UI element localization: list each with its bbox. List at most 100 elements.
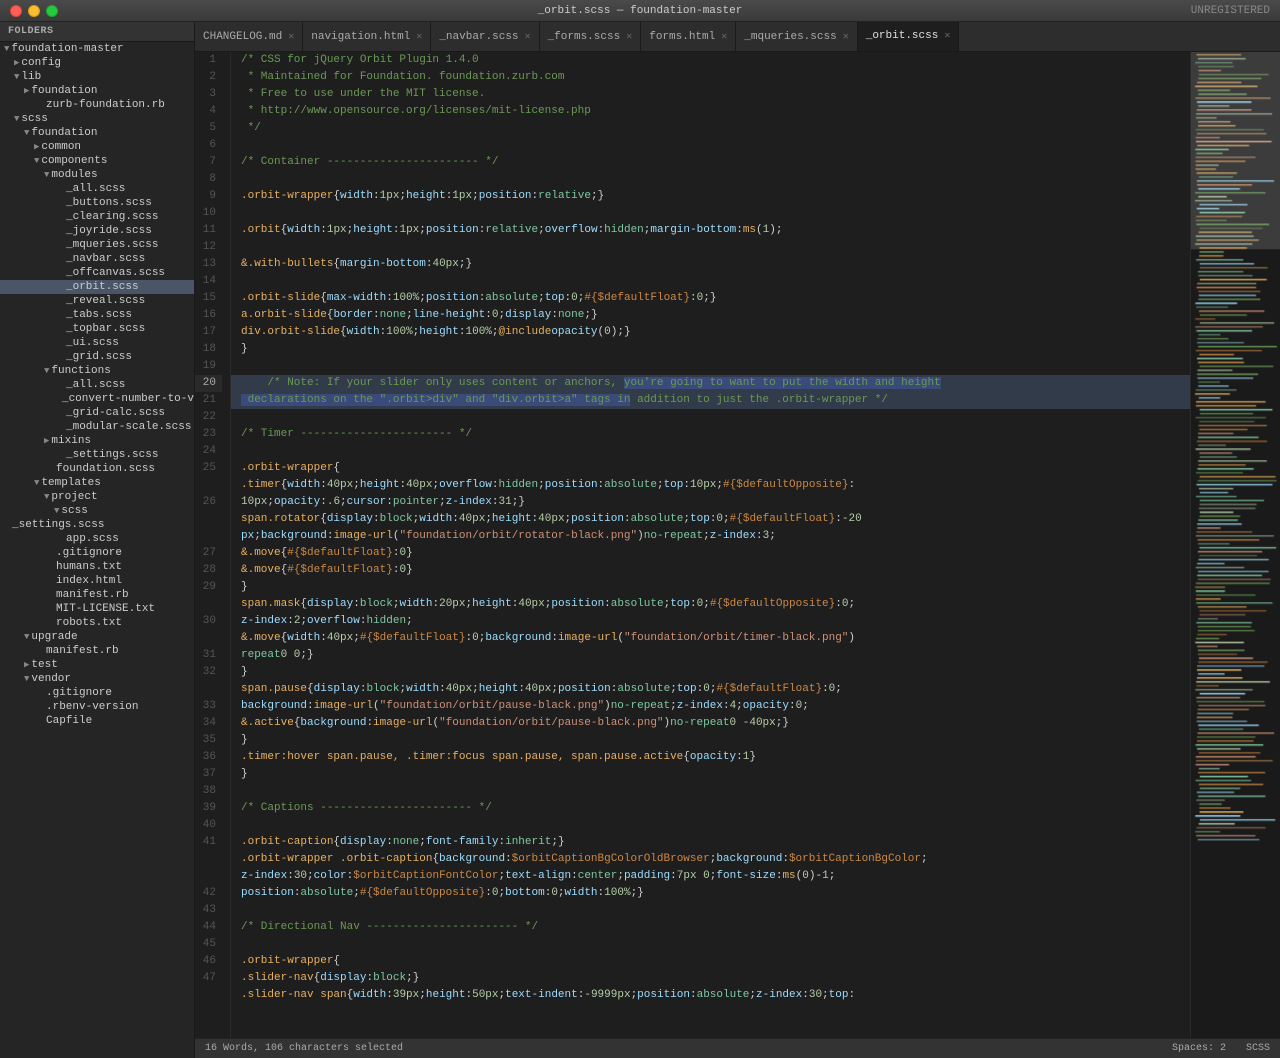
tree-label: lib xyxy=(21,71,41,83)
sidebar-item[interactable]: _reveal.scss xyxy=(0,294,194,308)
sidebar-item[interactable]: ▶ foundation xyxy=(0,84,194,98)
sidebar-item[interactable]: _orbit.scss xyxy=(0,280,194,294)
line-number: 8 xyxy=(195,171,222,188)
sidebar-item[interactable]: ▼ foundation xyxy=(0,126,194,140)
sidebar-item[interactable]: _ui.scss xyxy=(0,336,194,350)
tab-mqueries[interactable]: _mqueries.scss✕ xyxy=(736,22,857,51)
sidebar-item[interactable]: manifest.rb xyxy=(0,644,194,658)
tab-navbar-scss[interactable]: _navbar.scss✕ xyxy=(431,22,539,51)
tab-orbit[interactable]: _orbit.scss✕ xyxy=(858,22,960,51)
code-line xyxy=(231,358,1190,375)
traffic-lights[interactable] xyxy=(10,5,58,17)
line-number-cont xyxy=(195,596,222,613)
sidebar-item[interactable]: Capfile xyxy=(0,714,194,728)
sidebar-item[interactable]: zurb-foundation.rb xyxy=(0,98,194,112)
line-number: 7 xyxy=(195,154,222,171)
sidebar-item[interactable]: _all.scss xyxy=(0,378,194,392)
line-number: 42 xyxy=(195,885,222,902)
sidebar-item[interactable]: _mqueries.scss xyxy=(0,238,194,252)
sidebar-item[interactable]: .gitignore xyxy=(0,686,194,700)
tab-close[interactable]: ✕ xyxy=(843,31,849,43)
sidebar-item[interactable]: _settings.scss xyxy=(0,448,194,462)
code-area[interactable]: /* CSS for jQuery Orbit Plugin 1.4.0 * M… xyxy=(231,52,1190,1038)
sidebar-item[interactable]: _offcanvas.scss xyxy=(0,266,194,280)
sidebar-item[interactable]: _grid.scss xyxy=(0,350,194,364)
sidebar-item[interactable]: ▼ components xyxy=(0,154,194,168)
sidebar-item[interactable]: ▼ templates xyxy=(0,476,194,490)
sidebar-item[interactable]: manifest.rb xyxy=(0,588,194,602)
maximize-button[interactable] xyxy=(46,5,58,17)
sidebar-item[interactable]: foundation.scss xyxy=(0,462,194,476)
tab-close[interactable]: ✕ xyxy=(525,31,531,43)
sidebar-item[interactable]: ▼ modules xyxy=(0,168,194,182)
sidebar-item[interactable]: index.html xyxy=(0,574,194,588)
tab-close[interactable]: ✕ xyxy=(944,30,950,42)
tab-close[interactable]: ✕ xyxy=(721,31,727,43)
sidebar-item[interactable]: _convert-number-to-v xyxy=(0,392,194,406)
tree-label: common xyxy=(41,141,81,153)
sidebar-item[interactable]: robots.txt xyxy=(0,616,194,630)
sidebar-item[interactable]: _clearing.scss xyxy=(0,210,194,224)
sidebar: FOLDERS ▼ foundation-master▶ config▼ lib… xyxy=(0,22,195,1058)
line-number: 3 xyxy=(195,86,222,103)
sidebar-item[interactable]: app.scss xyxy=(0,532,194,546)
code-line: .orbit-caption { display: none; font-fam… xyxy=(231,834,1190,851)
sidebar-item[interactable]: _grid-calc.scss xyxy=(0,406,194,420)
sidebar-item[interactable]: _tabs.scss xyxy=(0,308,194,322)
sidebar-item[interactable]: ▼ vendor xyxy=(0,672,194,686)
sidebar-item[interactable]: .rbenv-version xyxy=(0,700,194,714)
sidebar-item[interactable]: _navbar.scss xyxy=(0,252,194,266)
tree-label: _all.scss xyxy=(66,379,125,391)
tree-arrow: ▼ xyxy=(14,114,19,124)
sidebar-item[interactable]: ▼ lib xyxy=(0,70,194,84)
tab-close[interactable]: ✕ xyxy=(626,31,632,43)
sidebar-item[interactable]: humans.txt xyxy=(0,560,194,574)
sidebar-item[interactable]: .gitignore xyxy=(0,546,194,560)
line-number: 21 xyxy=(195,392,222,409)
sidebar-item[interactable]: ▶ config xyxy=(0,56,194,70)
editor-content[interactable]: 1234567891011121314151617181920212223242… xyxy=(195,52,1280,1038)
code-line: .orbit-wrapper { xyxy=(231,953,1190,970)
sidebar-item[interactable]: MIT-LICENSE.txt xyxy=(0,602,194,616)
line-number: 19 xyxy=(195,358,222,375)
tree-label: foundation-master xyxy=(11,43,123,55)
sidebar-item[interactable]: _all.scss xyxy=(0,182,194,196)
tree-label: foundation xyxy=(31,85,97,97)
tab-navigation[interactable]: navigation.html✕ xyxy=(303,22,431,51)
tab-changelog[interactable]: CHANGELOG.md✕ xyxy=(195,22,303,51)
tab-forms-html[interactable]: forms.html ✕ xyxy=(641,22,736,51)
sidebar-item[interactable]: ▼ functions xyxy=(0,364,194,378)
statusbar: 16 Words, 106 characters selected Spaces… xyxy=(195,1038,1280,1058)
sidebar-item[interactable]: ▶ common xyxy=(0,140,194,154)
sidebar-item[interactable]: ▼ scss xyxy=(0,504,194,518)
tab-close[interactable]: ✕ xyxy=(416,31,422,43)
sidebar-item[interactable]: _topbar.scss xyxy=(0,322,194,336)
tree-label: templates xyxy=(41,477,100,489)
code-line: a.orbit-slide { border: none; line-heigh… xyxy=(231,307,1190,324)
sidebar-item[interactable]: ▼ foundation-master xyxy=(0,42,194,56)
code-line: /* Directional Nav ---------------------… xyxy=(231,919,1190,936)
sidebar-item[interactable]: _modular-scale.scss xyxy=(0,420,194,434)
tree-arrow: ▼ xyxy=(14,72,19,82)
code-line: } xyxy=(231,579,1190,596)
line-number: 39 xyxy=(195,800,222,817)
tab-close[interactable]: ✕ xyxy=(288,31,294,43)
close-button[interactable] xyxy=(10,5,22,17)
sidebar-item[interactable]: ▶ mixins xyxy=(0,434,194,448)
sidebar-item[interactable]: ▼ project xyxy=(0,490,194,504)
sidebar-item[interactable]: _settings.scss xyxy=(0,518,194,532)
sidebar-item[interactable]: ▶ test xyxy=(0,658,194,672)
sidebar-item[interactable]: _buttons.scss xyxy=(0,196,194,210)
tree-label: mixins xyxy=(51,435,91,447)
code-line: } xyxy=(231,766,1190,783)
tree-arrow: ▼ xyxy=(44,170,49,180)
line-number: 29 xyxy=(195,579,222,596)
sidebar-item[interactable]: _joyride.scss xyxy=(0,224,194,238)
tab-label: forms.html xyxy=(649,31,715,43)
sidebar-item[interactable]: ▼ scss xyxy=(0,112,194,126)
minimize-button[interactable] xyxy=(28,5,40,17)
tree-arrow: ▶ xyxy=(24,660,29,670)
sidebar-header: FOLDERS xyxy=(0,22,194,42)
tab-forms-scss[interactable]: _forms.scss✕ xyxy=(540,22,642,51)
sidebar-item[interactable]: ▼ upgrade xyxy=(0,630,194,644)
